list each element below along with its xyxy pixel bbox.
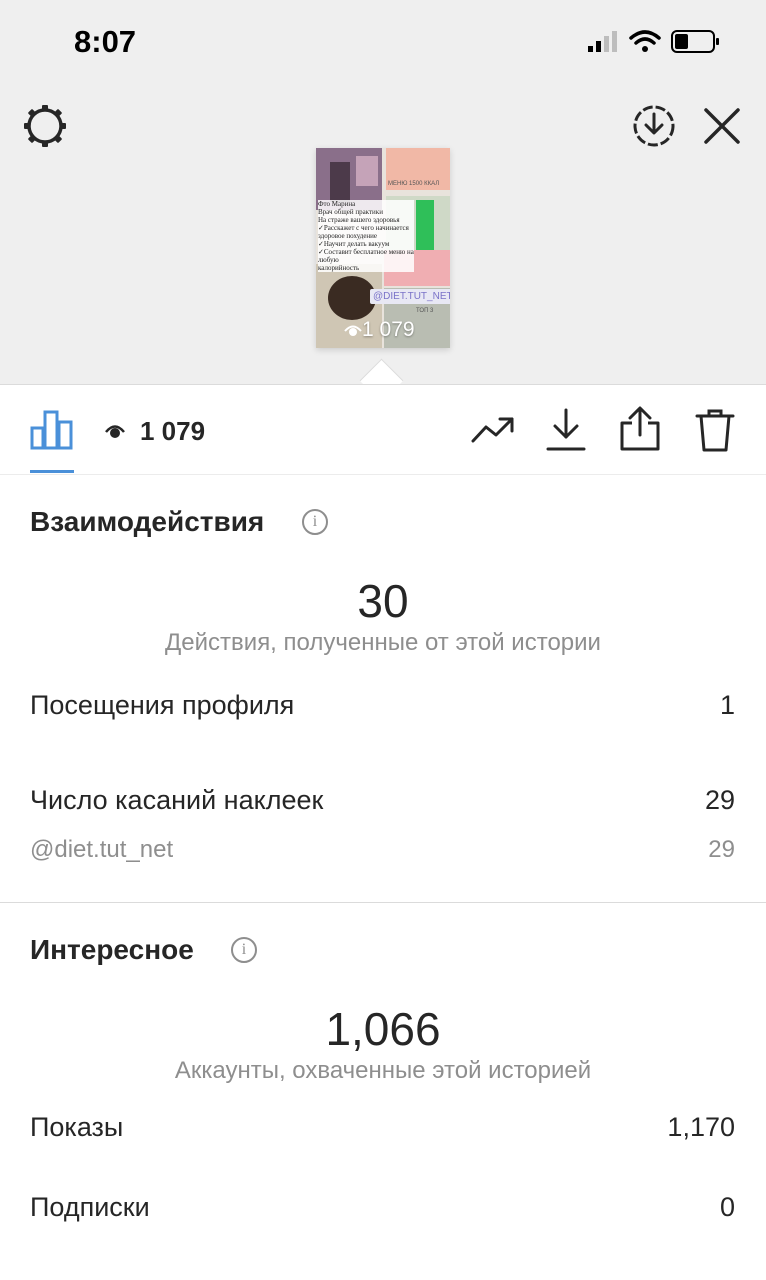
story-text-line: На страже вашего здоровья <box>318 216 400 224</box>
follows-label: Подписки <box>30 1192 150 1222</box>
insights-toolbar: 1 079 <box>0 384 766 475</box>
trend-icon[interactable] <box>470 413 516 447</box>
info-icon[interactable]: i <box>302 509 328 535</box>
sticker-taps-value: 29 <box>704 785 735 815</box>
section-divider <box>0 902 766 903</box>
sticker-handle-value: 29 <box>708 836 735 863</box>
impressions-label: Показы <box>30 1112 124 1142</box>
sticker-taps-label: Число касаний наклеек <box>30 785 324 815</box>
share-icon[interactable] <box>618 405 662 453</box>
interactions-total: 30 <box>357 575 409 627</box>
story-thumbnail[interactable]: МЕНЮ 1500 ККАЛ Фто Марина Врач общей пра… <box>316 148 450 348</box>
views-count: 1 079 <box>140 416 206 446</box>
story-text-line: ✓Научит делать вакуум <box>318 240 390 248</box>
profile-visits-value: 1 <box>719 690 735 720</box>
interactions-caption: Действия, полученные от этой истории <box>165 629 601 656</box>
download-circle-icon[interactable] <box>631 103 677 149</box>
story-text-line: калорийность <box>318 264 360 272</box>
trash-icon[interactable] <box>694 407 736 453</box>
wifi-icon <box>629 30 661 52</box>
story-views-count: 1 079 <box>362 318 415 341</box>
story-mention-sticker: @DIET.TUT_NET <box>370 289 450 304</box>
story-text-line: ✓Составит бесплатное меню на любую <box>318 248 414 264</box>
story-menu-text: МЕНЮ 1500 ККАЛ <box>388 181 440 187</box>
impressions-value: 1,170 <box>667 1112 735 1142</box>
follows-value: 0 <box>719 1192 735 1222</box>
story-text-line: ✓Расскажет с чего начинается <box>318 224 409 232</box>
story-views-overlay: 1 079 <box>344 318 415 342</box>
story-top-text: ТОП 3 <box>416 308 434 314</box>
interactions-title: Взаимодействия <box>30 506 265 537</box>
sticker-handle-label: @diet.tut_net <box>30 836 174 863</box>
story-header: 8:07 МЕНЮ 1500 ККАЛ Фто Марина Врач обще… <box>0 0 766 384</box>
story-text-line: Фто Марина <box>318 200 356 208</box>
settings-icon[interactable] <box>22 103 68 149</box>
story-text-line: здоровое похудение <box>318 232 378 240</box>
save-download-icon[interactable] <box>545 407 587 453</box>
battery-icon <box>671 30 719 53</box>
discovery-title: Интересное <box>30 934 194 965</box>
info-icon[interactable]: i <box>231 937 257 963</box>
eye-icon <box>105 425 125 438</box>
discovery-caption: Аккаунты, охваченные этой историей <box>174 1057 592 1084</box>
story-text-block: Фто Марина Врач общей практики На страже… <box>318 200 414 272</box>
close-icon[interactable] <box>702 106 742 146</box>
eye-icon <box>344 325 362 337</box>
profile-visits-label: Посещения профиля <box>30 690 295 720</box>
discovery-total: 1,066 <box>325 1003 441 1055</box>
signal-icon <box>588 31 617 52</box>
status-icons <box>588 30 719 53</box>
status-time: 8:07 <box>74 24 137 59</box>
insights-bar-chart-icon[interactable] <box>30 410 74 450</box>
tab-active-indicator <box>30 470 74 473</box>
story-text-line: Врач общей практики <box>318 208 383 216</box>
